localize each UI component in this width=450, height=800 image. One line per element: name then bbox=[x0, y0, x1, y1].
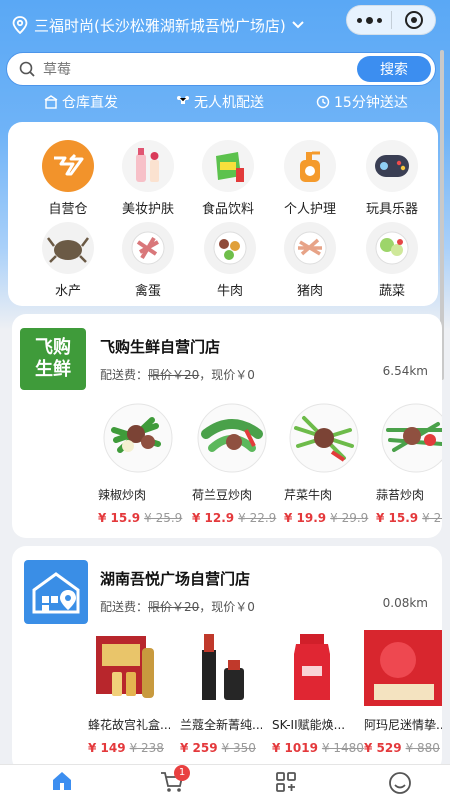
store-name: 飞购生鲜自营门店 bbox=[100, 338, 221, 356]
tab-orders[interactable] bbox=[256, 771, 316, 797]
product-price: ¥ 149 ¥ 238 bbox=[88, 741, 164, 755]
product-price: ¥ 529 ¥ 880 bbox=[364, 741, 440, 755]
store-distance: 0.08km bbox=[382, 596, 428, 610]
product-image bbox=[96, 636, 154, 698]
product-card[interactable]: 蒜苔炒肉 ¥ 15.9¥ 25.9 bbox=[376, 400, 442, 525]
personal-care-icon bbox=[284, 140, 336, 192]
bottom-tab-bar: 1 bbox=[0, 764, 450, 800]
search-input[interactable]: 草莓 bbox=[43, 59, 357, 79]
delivery-fee: 配送费：限价￥20，现价￥0 bbox=[100, 600, 255, 614]
search-icon bbox=[19, 61, 35, 77]
product-price: ¥ 12.9 ¥ 22.9 bbox=[192, 511, 277, 525]
category-grid: 自营仓 美妆护肤 食品饮料 个人护理 玩具乐器 水产 禽蛋 牛肉 猪肉 蔬菜 bbox=[8, 122, 438, 306]
store-logo: 飞购 生鲜 bbox=[20, 328, 86, 390]
product-name: 芹菜牛肉 bbox=[284, 488, 333, 502]
product-name: 蒜苔炒肉 bbox=[376, 488, 425, 502]
drone-icon bbox=[177, 96, 189, 104]
delivery-fee: 配送费：限价￥20，现价￥0 bbox=[100, 368, 255, 382]
search-button[interactable]: 搜索 bbox=[357, 56, 431, 82]
category-pork[interactable]: 猪肉 bbox=[270, 222, 350, 299]
product-image bbox=[289, 403, 359, 473]
store-logo bbox=[24, 560, 88, 624]
product-image bbox=[294, 634, 330, 700]
tab-home[interactable] bbox=[32, 771, 92, 795]
product-card[interactable]: 荷兰豆炒肉 ¥ 12.9 ¥ 22.9 bbox=[192, 400, 277, 525]
tab-profile[interactable] bbox=[370, 771, 430, 799]
close-miniprogram-icon[interactable] bbox=[392, 10, 435, 30]
search-bar[interactable]: 草莓 搜索 bbox=[6, 52, 436, 86]
store-distance: 6.54km bbox=[382, 364, 428, 378]
warehouse-location-icon bbox=[32, 572, 80, 614]
store-card-2[interactable]: 湖南吾悦广场自营门店 配送费：限价￥20，现价￥0 0.08km 蜂花故宫礼盒.… bbox=[12, 546, 442, 772]
seafood-icon bbox=[42, 222, 94, 274]
category-seafood[interactable]: 水产 bbox=[28, 222, 108, 299]
product-price: ¥ 15.9¥ 25.9 bbox=[376, 511, 442, 525]
pork-icon bbox=[284, 222, 336, 274]
feature-drone: 无人机配送 bbox=[176, 92, 264, 112]
product-price: ¥ 259 ¥ 350 bbox=[180, 741, 256, 755]
product-card[interactable]: 芹菜牛肉 ¥ 19.9 ¥ 29.9 bbox=[284, 400, 369, 525]
store-card-1[interactable]: 飞购 生鲜 飞购生鲜自营门店 配送费：限价￥20，现价￥0 6.54km 辣椒炒… bbox=[12, 314, 442, 538]
product-card[interactable]: SK-II赋能焕... ¥ 1019 ¥ 1480 bbox=[272, 630, 364, 755]
feature-strip: 仓库直发 无人机配送 15分钟送达 bbox=[0, 92, 450, 116]
home-icon bbox=[53, 772, 71, 790]
product-price: ¥ 1019 ¥ 1480 bbox=[272, 741, 364, 755]
product-name: 荷兰豆炒肉 bbox=[192, 488, 253, 502]
product-price: ¥ 19.9 ¥ 29.9 bbox=[284, 511, 369, 525]
product-image bbox=[364, 630, 442, 706]
category-toys[interactable]: 玩具乐器 bbox=[352, 140, 432, 217]
beef-icon bbox=[204, 222, 256, 274]
product-card[interactable]: 兰蔻全新菁纯... ¥ 259 ¥ 350 bbox=[180, 630, 262, 755]
product-name: 兰蔻全新菁纯... bbox=[180, 718, 262, 732]
more-menu-icon[interactable] bbox=[347, 16, 391, 24]
tab-cart[interactable]: 1 bbox=[142, 765, 202, 797]
miniprogram-capsule bbox=[346, 5, 436, 35]
location-pin-icon bbox=[12, 16, 28, 34]
vegetable-icon bbox=[366, 222, 418, 274]
category-poultry[interactable]: 禽蛋 bbox=[108, 222, 188, 299]
snacks-icon bbox=[202, 140, 254, 192]
category-snacks[interactable]: 食品饮料 bbox=[188, 140, 268, 217]
product-name: SK-II赋能焕... bbox=[272, 718, 346, 732]
product-image bbox=[197, 403, 267, 473]
product-name: 辣椒炒肉 bbox=[98, 488, 147, 502]
grid-icon bbox=[276, 772, 296, 792]
category-cosmetics[interactable]: 美妆护肤 bbox=[108, 140, 188, 217]
category-personal-care[interactable]: 个人护理 bbox=[270, 140, 350, 217]
store-name: 湖南吾悦广场自营门店 bbox=[100, 570, 251, 588]
clock-icon bbox=[316, 95, 330, 109]
product-name: 蜂花故宫礼盒... bbox=[88, 718, 170, 732]
poultry-icon bbox=[122, 222, 174, 274]
category-vegetable[interactable]: 蔬菜 bbox=[352, 222, 432, 299]
location-text: 三福时尚(长沙松雅湖新城吾悦广场店) bbox=[34, 16, 286, 35]
cosmetics-icon bbox=[122, 140, 174, 192]
product-image bbox=[202, 634, 244, 700]
product-image bbox=[381, 403, 442, 473]
toy-icon bbox=[366, 140, 418, 192]
product-image bbox=[103, 403, 173, 473]
product-price: ¥ 15.9¥ 25.9 bbox=[98, 511, 183, 525]
category-self-warehouse[interactable]: 自营仓 bbox=[28, 140, 108, 217]
warehouse-icon bbox=[44, 95, 58, 109]
category-beef[interactable]: 牛肉 bbox=[190, 222, 270, 299]
location-selector[interactable]: 三福时尚(长沙松雅湖新城吾悦广场店) bbox=[12, 12, 310, 38]
feature-fast-delivery: 15分钟送达 bbox=[316, 92, 408, 112]
product-card[interactable]: 辣椒炒肉 ¥ 15.9 ¥ 25.9 bbox=[98, 400, 183, 525]
product-card[interactable]: 蜂花故宫礼盒... ¥ 149 ¥ 238 bbox=[88, 630, 170, 755]
smile-icon bbox=[389, 772, 411, 794]
feature-warehouse: 仓库直发 bbox=[44, 92, 118, 112]
product-card[interactable]: 阿玛尼迷情挚... ¥ 529 ¥ 880 bbox=[364, 630, 442, 755]
chevron-down-icon bbox=[292, 21, 304, 29]
self-warehouse-icon bbox=[42, 140, 94, 192]
cart-badge: 1 bbox=[174, 765, 190, 781]
product-name: 阿玛尼迷情挚... bbox=[364, 718, 442, 732]
